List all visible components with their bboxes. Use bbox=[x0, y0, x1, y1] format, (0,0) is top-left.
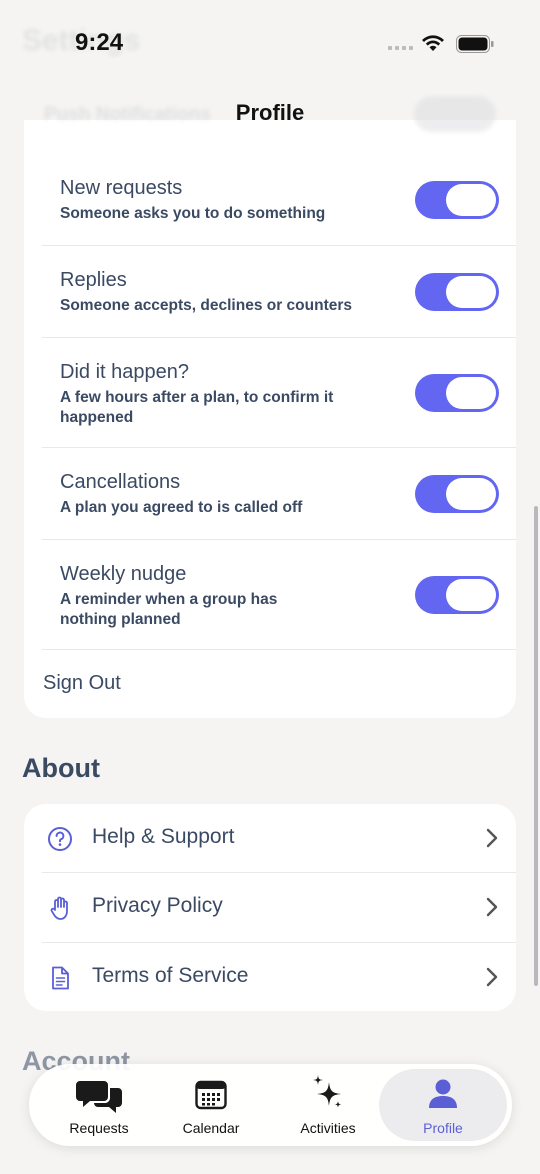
person-icon bbox=[429, 1079, 457, 1108]
sparkles-icon bbox=[313, 1075, 342, 1108]
chat-bubbles-icon bbox=[76, 1081, 122, 1113]
tab-label: Activities bbox=[300, 1120, 356, 1136]
row-subtitle: A reminder when a group has nothing plan… bbox=[60, 591, 278, 628]
row-subtitle: A plan you agreed to is called off bbox=[60, 499, 303, 516]
about-item-privacy-policy[interactable]: Privacy Policy bbox=[42, 873, 516, 943]
tab-activities[interactable]: Activities bbox=[270, 1069, 386, 1141]
row-title: Did it happen? bbox=[60, 361, 189, 383]
about-card: Help & Support Privacy Policy Terms of S… bbox=[24, 804, 516, 1011]
page-title: Profile bbox=[235, 100, 305, 125]
question-circle-icon bbox=[48, 827, 72, 851]
row-subtitle: A few hours after a plan, to confirm it … bbox=[60, 389, 334, 426]
about-section-title: About bbox=[22, 753, 100, 783]
row-subtitle: Someone accepts, declines or counters bbox=[60, 297, 353, 314]
tab-calendar[interactable]: Calendar bbox=[153, 1069, 269, 1141]
about-item-help-support[interactable]: Help & Support bbox=[42, 804, 516, 873]
hand-icon bbox=[50, 896, 68, 920]
chevron-right-icon bbox=[486, 897, 498, 917]
tab-label: Requests bbox=[69, 1120, 129, 1136]
toggle-new-requests[interactable] bbox=[415, 181, 499, 219]
row-title: Weekly nudge bbox=[60, 563, 187, 585]
chevron-right-icon bbox=[486, 828, 498, 848]
status-bar: Settings 9:24 bbox=[0, 0, 540, 90]
toggle-cancellations[interactable] bbox=[415, 475, 499, 513]
toggle-replies[interactable] bbox=[415, 273, 499, 311]
row-title: Replies bbox=[60, 269, 127, 291]
calendar-icon bbox=[195, 1080, 227, 1110]
about-item-label: Help & Support bbox=[92, 825, 235, 848]
about-item-terms-of-service[interactable]: Terms of Service bbox=[42, 943, 516, 1011]
toggle-did-it-happen[interactable] bbox=[415, 374, 499, 412]
notification-row-did-it-happen: Did it happen? A few hours after a plan,… bbox=[42, 338, 516, 448]
about-item-label: Privacy Policy bbox=[92, 894, 223, 917]
tab-label: Profile bbox=[423, 1120, 463, 1136]
clock: 9:24 bbox=[75, 29, 124, 56]
toggle-weekly-nudge[interactable] bbox=[415, 576, 499, 614]
row-title: New requests bbox=[60, 177, 183, 199]
notification-row-weekly-nudge: Weekly nudge A reminder when a group has… bbox=[42, 540, 516, 650]
scrollbar[interactable] bbox=[534, 506, 538, 986]
notification-row-new-requests: New requests Someone asks you to do some… bbox=[42, 156, 516, 246]
sign-out-button[interactable]: Sign Out bbox=[43, 672, 121, 695]
tab-requests[interactable]: Requests bbox=[41, 1069, 157, 1141]
tab-bar: Requests Calendar Activities Profile bbox=[29, 1064, 512, 1146]
notification-row-replies: Replies Someone accepts, declines or cou… bbox=[42, 246, 516, 338]
chevron-right-icon bbox=[486, 967, 498, 987]
document-icon bbox=[52, 966, 69, 990]
notifications-card: New requests Someone asks you to do some… bbox=[24, 120, 516, 718]
row-subtitle: Someone asks you to do something bbox=[60, 205, 326, 222]
about-item-label: Terms of Service bbox=[92, 964, 249, 987]
row-title: Cancellations bbox=[60, 471, 181, 493]
cellular-icon bbox=[388, 46, 413, 50]
tab-label: Calendar bbox=[182, 1120, 240, 1136]
wifi-icon bbox=[422, 35, 444, 51]
notification-row-cancellations: Cancellations A plan you agreed to is ca… bbox=[42, 448, 516, 540]
tab-profile[interactable]: Profile bbox=[379, 1069, 507, 1141]
battery-icon bbox=[456, 35, 494, 53]
